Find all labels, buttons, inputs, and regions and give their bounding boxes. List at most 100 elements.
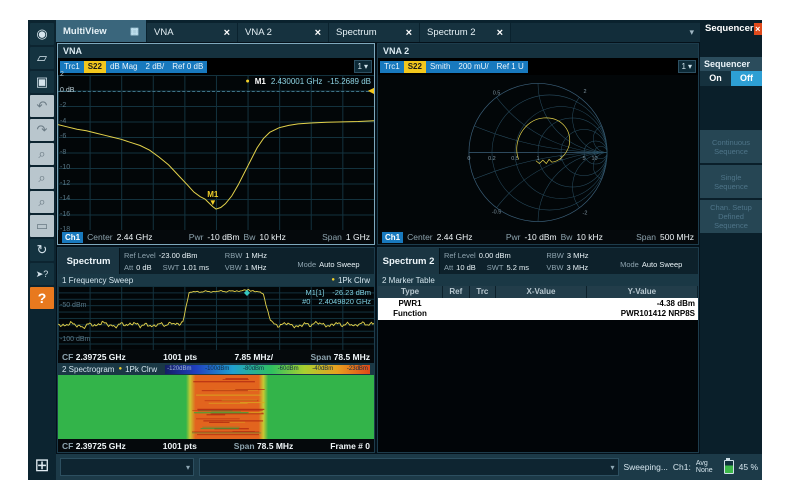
row-y-line1: -4.38 dBm [445,299,695,309]
frame-value[interactable]: Frame # 0 [330,441,370,451]
s-parameter[interactable]: S22 [84,61,106,73]
vbw-value[interactable]: 3 MHz [566,263,588,272]
window-selector[interactable]: 1▾ [354,60,372,73]
zoom-off-icon[interactable]: ⌕ [30,167,54,189]
tab-spectrum2[interactable]: Spectrum 2 × [420,23,510,42]
continuous-sequence-button[interactable]: Continuous Sequence [700,130,762,163]
y-tick: -10 [60,164,70,171]
tab-vna2[interactable]: VNA 2 × [238,23,328,42]
save-icon[interactable]: ▣ [30,71,54,93]
context-help-icon[interactable]: ➤? [30,263,54,285]
close-icon[interactable]: × [224,27,230,39]
pwr-value[interactable]: -10 dBm [207,232,239,242]
swt-label: SWT [163,263,180,272]
s-parameter[interactable]: S22 [404,61,426,73]
magnifier-icon[interactable]: ⌕ [30,191,54,213]
close-icon[interactable]: × [497,27,503,39]
window-selector[interactable]: 1▾ [678,60,696,73]
channel-badge[interactable]: Ch1 [382,232,403,243]
span-value[interactable]: 1 GHz [346,232,370,242]
left-toolbar: ◉ ▱ ▣ ↶ ↷ ⌕ ⌕ ⌕ ▭ ↻ ➤? ? ⊞ [28,20,56,480]
avg-value: None [696,467,713,474]
ref-level-value[interactable]: -23.00 dBm [159,251,198,260]
ref-level-value[interactable]: 0.00 dBm [479,251,511,260]
refresh-icon[interactable]: ↻ [30,239,54,261]
chevron-down-icon: ▾ [186,463,190,472]
cf-value[interactable]: 2.39725 GHz [76,352,126,362]
mode-label: Mode [297,260,316,269]
spectrum-window[interactable]: Spectrum Ref Level-23.00 dBm Att0 dBSWT1… [57,247,375,453]
swt-value[interactable]: 5.2 ms [506,263,529,272]
att-value[interactable]: 10 dB [456,263,476,272]
sequencer-label: Sequencer [700,57,762,71]
spectrogram-plot[interactable] [58,375,374,439]
close-icon[interactable]: × [406,27,412,39]
zoom-select-icon[interactable]: ⌕ [30,143,54,165]
hdr-col-3: ModeAuto Sweep [616,248,698,274]
pwr-value[interactable]: -10 dBm [524,232,556,242]
center-label: Center [407,232,433,242]
redo-icon[interactable]: ↷ [30,119,54,141]
spectrum-plot[interactable]: -50 dBm -100 dBm ◆ M1[1]-26.23 dBm #02.4… [58,286,374,350]
sequencer-off-button[interactable]: Off [731,71,762,86]
mode-value[interactable]: Auto Sweep [319,260,359,269]
bw-value[interactable]: 10 kHz [259,232,285,242]
camera-icon[interactable]: ◉ [30,23,54,45]
vna-plot[interactable]: ◀ ● M1 2.430001 GHz -15.2689 dB 2 0 dB -… [58,75,374,230]
pwr-label: Pwr [506,232,521,242]
multiview-grid: VNA Trc1S22dB Mag2 dB/Ref 0 dB 1▾ [56,42,700,454]
trace-ref[interactable]: Ref 1 U [493,61,528,73]
channel-name[interactable]: Spectrum 2 [378,248,440,274]
swt-value[interactable]: 1.01 ms [182,263,209,272]
status-dropdown-wide[interactable]: ▾ [199,458,619,476]
channel-badge[interactable]: Ch1 [62,232,83,243]
close-icon[interactable]: × [315,27,321,39]
sequencer-softkeys: Continuous Sequence Single Sequence Chan… [700,130,762,233]
tab-spectrum[interactable]: Spectrum × [329,23,419,42]
att-value[interactable]: 0 dB [136,263,151,272]
split-window-icon[interactable]: ▭ [30,215,54,237]
undo-icon[interactable]: ↶ [30,95,54,117]
col-x-value: X-Value [496,286,587,298]
trace-ref[interactable]: Ref 0 dB [168,61,207,73]
single-sequence-button[interactable]: Single Sequence [700,165,762,198]
rbw-value[interactable]: 1 MHz [245,251,267,260]
sequencer-on-button[interactable]: On [700,71,731,86]
center-value[interactable]: 2.44 GHz [437,232,473,242]
span-value[interactable]: 78.5 MHz [257,441,293,451]
marker-m1[interactable]: M1 ▼ [207,191,218,207]
trace-name[interactable]: Trc1 [380,61,404,73]
close-panel-button[interactable]: × [754,23,762,35]
cf-value[interactable]: 2.39725 GHz [76,441,126,451]
y-tick: -18 [60,226,70,233]
svg-text:10: 10 [591,156,597,162]
trace-scale[interactable]: 2 dB/ [142,61,169,73]
tab-vna[interactable]: VNA × [147,23,237,42]
table-row[interactable]: PWR1 Function -4.38 dBm PWR101412 NRP8S [378,298,698,320]
trace-scale[interactable]: 200 mU/ [454,61,492,73]
trace-format[interactable]: Smith [426,61,454,73]
tab-overflow[interactable]: ▾ [511,23,700,42]
open-folder-icon[interactable]: ▱ [30,47,54,69]
vbw-value[interactable]: 1 MHz [245,263,267,272]
windows-icon[interactable]: ⊞ [30,454,54,476]
smith-plot[interactable]: 00.20.5125100.5-0.52-2 [378,75,698,230]
help-icon[interactable]: ? [30,287,54,309]
span-value[interactable]: 500 MHz [660,232,694,242]
vna2-window[interactable]: VNA 2 Trc1S22Smith200 mU/Ref 1 U 1▾ 00.2… [377,43,699,245]
average-status: Avg None [696,460,713,474]
center-value[interactable]: 2.44 GHz [117,232,153,242]
trace-format[interactable]: dB Mag [106,61,142,73]
vna-window[interactable]: VNA Trc1S22dB Mag2 dB/Ref 0 dB 1▾ [57,43,375,245]
bw-value[interactable]: 10 kHz [576,232,602,242]
spectrum2-window[interactable]: Spectrum 2 Ref Level0.00 dBm Att10 dBSWT… [377,247,699,453]
points-value: 1001 pts [163,352,197,362]
chan-setup-defined-sequence-button[interactable]: Chan. Setup Defined Sequence [700,200,762,233]
tab-multiview[interactable]: MultiView ▦ [56,20,146,42]
mode-value[interactable]: Auto Sweep [642,260,682,269]
marker-diamond-icon[interactable]: ◆ [244,288,250,297]
span-value[interactable]: 78.5 MHz [334,352,370,362]
channel-name[interactable]: Spectrum [58,248,120,274]
rbw-value[interactable]: 3 MHz [567,251,589,260]
status-dropdown-small[interactable]: ▾ [60,458,194,476]
